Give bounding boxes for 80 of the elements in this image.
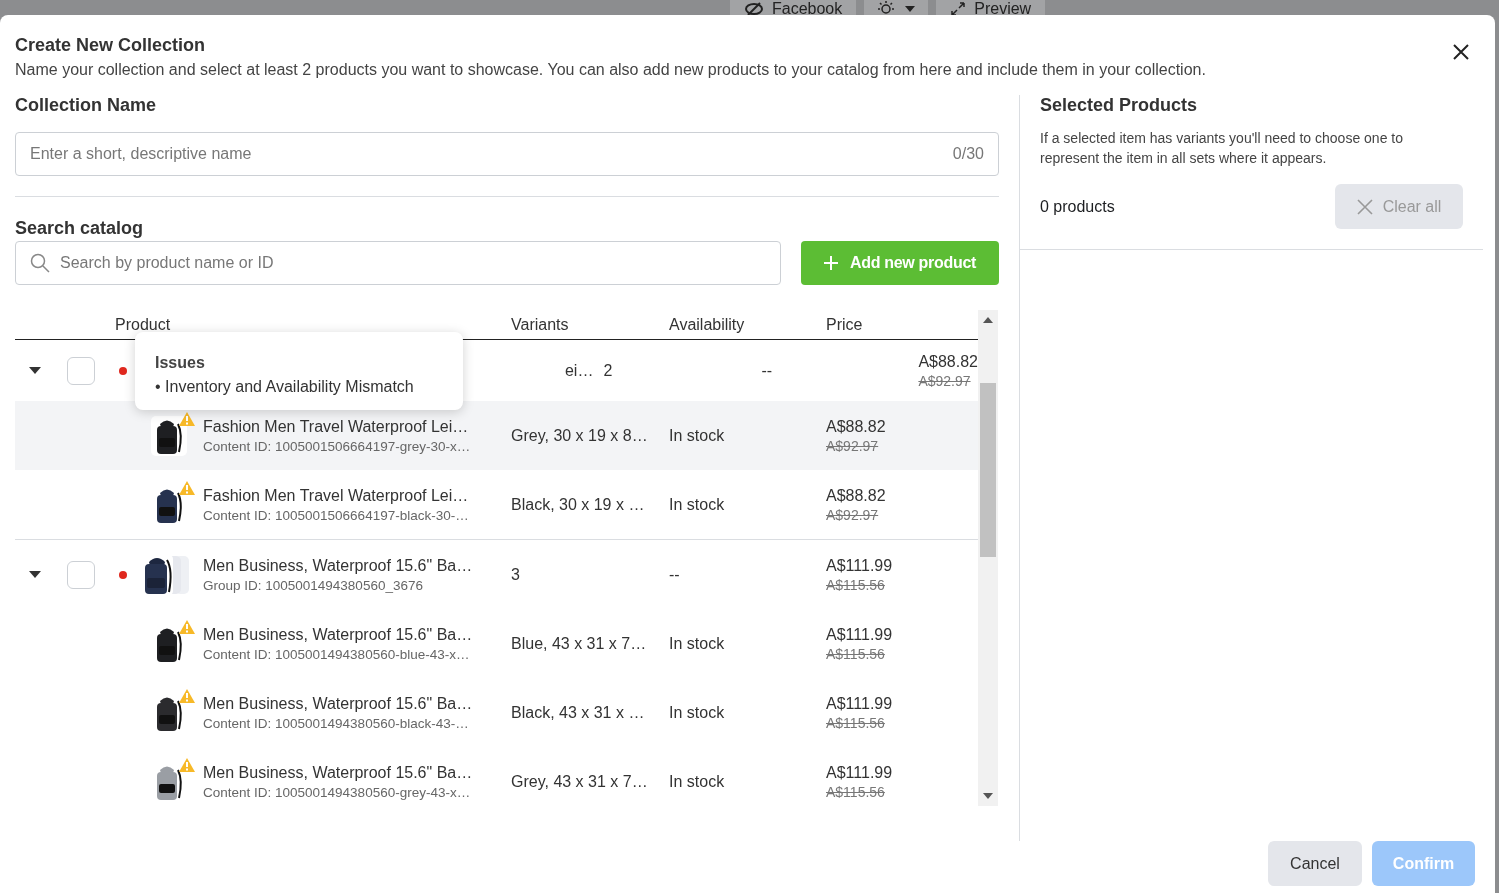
price: A$88.82 (826, 417, 886, 436)
product-count: 0 products (1040, 197, 1115, 216)
table-cell-text: In stock (669, 772, 726, 791)
table-cell-text: Black, 43 x 31 x … (511, 703, 646, 722)
original-price: A$115.56 (826, 783, 886, 800)
original-price: A$115.56 (826, 576, 886, 593)
product-name: ei… (564, 361, 594, 380)
tooltip-title: Issues (155, 354, 206, 372)
table-cell-text: 2 (603, 361, 614, 380)
column-header: Price (826, 315, 863, 334)
scrollbar[interactable] (978, 310, 998, 806)
price: A$111.99 (826, 763, 893, 782)
price: A$88.82 (826, 486, 886, 505)
price: A$111.99 (826, 556, 893, 575)
product-id: Content ID: 1005001494380560-blue-43-x… (203, 646, 471, 662)
checkbox[interactable] (67, 356, 95, 385)
section-label: Collection Name (15, 95, 158, 116)
expand-icon (950, 1, 967, 15)
caret-icon (904, 5, 917, 13)
column-header: Variants (511, 315, 570, 334)
close-icon (1356, 198, 1373, 215)
expand-toggle-icon[interactable] (29, 366, 41, 375)
variant-row[interactable]: Men Business, Waterproof 15.6" Ba… Content ID: 1005001494380560-black-43-… Black, 43 x 31 x … In stock A$111.99 A$115.56 (15, 678, 978, 747)
panel-title: Selected Products (1040, 95, 1199, 116)
price: A$111.99 (826, 625, 893, 644)
table-cell-text: Black, 30 x 19 x … (511, 495, 646, 514)
backdrop-tab[interactable]: Preview (936, 0, 1046, 15)
panel-note: If a selected item has variants you'll need to choose one to represent the item in all sets where it appears. (1040, 129, 1404, 168)
variant-row[interactable]: Men Business, Waterproof 15.6" Ba… Content ID: 1005001494380560-grey-43-x… Grey, 43 x 31 x 7… In stock A$111.99 A$115.56 (15, 747, 978, 806)
price: A$111.99 (826, 694, 893, 713)
checkbox[interactable] (67, 560, 95, 589)
product-name: Men Business, Waterproof 15.6" Ba… (203, 763, 474, 782)
dialog-description: Name your collection and select at least 2 products you want to showcase. You can also add new products to your catalog from here and include them in your collection. (15, 61, 1206, 79)
table-cell-text: Blue, 43 x 31 x 7… (511, 634, 648, 653)
table-cell-text: In stock (669, 426, 726, 445)
product-name: Fashion Men Travel Waterproof Lei… (203, 417, 470, 436)
scroll-thumb[interactable] (980, 383, 996, 557)
product-id: Group ID: 1005001494380560_3676 (203, 577, 424, 593)
product-name: Men Business, Waterproof 15.6" Ba… (203, 694, 474, 713)
table-cell-text: 3 (511, 565, 521, 584)
table-cell-text: -- (761, 361, 774, 380)
original-price: A$115.56 (826, 645, 886, 662)
search-field[interactable]: Search by product name or ID (15, 241, 781, 285)
dialog-title: Create New Collection (15, 35, 207, 56)
eye-slash-icon (744, 1, 764, 15)
product-id: Content ID: 1005001506664197-grey-30-x… (203, 438, 472, 454)
table-cell-text: In stock (669, 703, 726, 722)
product-id: Content ID: 1005001494380560-black-43-… (203, 715, 470, 731)
tooltip-item: • Inventory and Availability Mismatch (155, 378, 415, 396)
input-field[interactable]: Enter a short, descriptive name 0/30 (15, 132, 999, 176)
table-cell-text: In stock (669, 495, 726, 514)
variant-row[interactable]: Fashion Men Travel Waterproof Lei… Content ID: 1005001506664197-black-30-… Black, 30 x 19 x … In stock A$88.82 A$92.97 (15, 470, 978, 540)
table-cell-text: -- (669, 565, 681, 584)
price: A$88.82 (918, 352, 978, 371)
expand-toggle-icon[interactable] (29, 570, 41, 579)
product-name: Men Business, Waterproof 15.6" Ba… (203, 625, 474, 644)
original-price: A$92.97 (826, 437, 880, 454)
table-cell-text: Grey, 43 x 31 x 7… (511, 772, 649, 791)
search-icon (30, 253, 50, 273)
product-name: Men Business, Waterproof 15.6" Ba… (203, 556, 474, 575)
sun-icon (876, 1, 897, 15)
variant-row[interactable]: Fashion Men Travel Waterproof Lei… Content ID: 1005001506664197-grey-30-x… Grey, 30 x 19 x 8… In stock A$88.82 A$92.97 (15, 401, 978, 470)
product-id: Content ID: 1005001494380560-grey-43-x… (203, 784, 472, 800)
product-id: Content ID: 1005001506664197-black-30-… (203, 507, 470, 523)
backdrop-tab[interactable]: Facebook (730, 0, 857, 15)
original-price: A$115.56 (826, 714, 886, 731)
table-cell-text: In stock (669, 634, 726, 653)
character-counter: 0/30 (952, 145, 984, 163)
original-price: A$92.97 (918, 372, 972, 389)
column-header: Availability (669, 315, 746, 334)
scroll-down-icon[interactable] (983, 793, 993, 799)
product-name: Fashion Men Travel Waterproof Lei… (203, 486, 470, 505)
original-price: A$92.97 (826, 506, 880, 523)
column-header: Product (114, 315, 172, 334)
section-label: Search catalog (15, 218, 145, 239)
variant-row[interactable]: Men Business, Waterproof 15.6" Ba… Content ID: 1005001494380560-blue-43-x… Blue, 43 x 31 x 7… In stock A$111.99 A$115.56 (15, 609, 978, 678)
scroll-up-icon[interactable] (983, 317, 993, 323)
cancel-button[interactable]: Cancel (1268, 841, 1362, 886)
plus-icon (823, 256, 838, 270)
table-cell-text: Grey, 30 x 19 x 8… (511, 426, 649, 445)
